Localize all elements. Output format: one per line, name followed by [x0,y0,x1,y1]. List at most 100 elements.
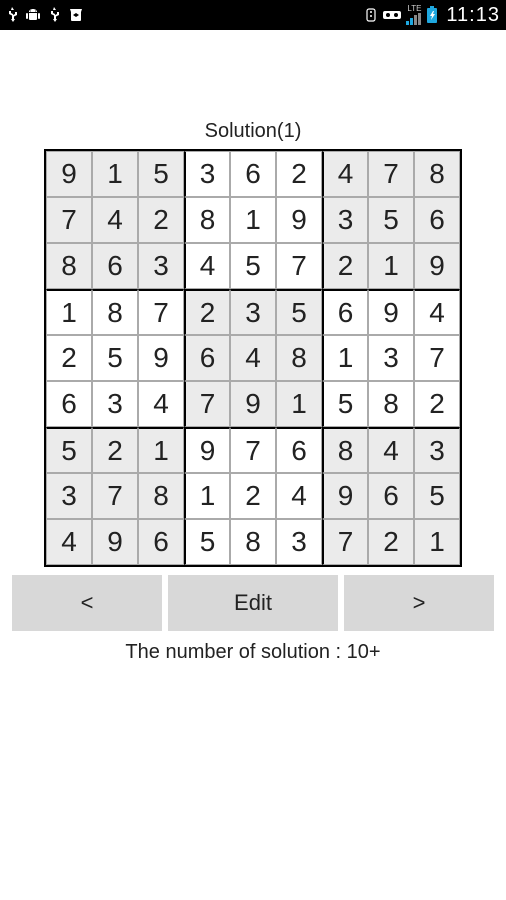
battery-charging-icon [426,6,438,24]
sudoku-cell: 4 [368,427,414,473]
sudoku-cell: 7 [276,243,322,289]
sudoku-cell: 7 [46,197,92,243]
sudoku-cell: 1 [368,243,414,289]
sudoku-cell: 9 [368,289,414,335]
sudoku-cell: 1 [276,381,322,427]
usb-icon [6,7,18,23]
sudoku-cell: 6 [368,473,414,519]
sudoku-cell: 2 [46,335,92,381]
sudoku-cell: 1 [230,197,276,243]
sudoku-cell: 6 [230,151,276,197]
sudoku-cell: 4 [92,197,138,243]
sudoku-cell: 2 [276,151,322,197]
sudoku-cell: 7 [368,151,414,197]
sudoku-cell: 2 [184,289,230,335]
clock-time: 11:13 [446,4,500,27]
sudoku-cell: 6 [276,427,322,473]
sudoku-cell: 8 [184,197,230,243]
android-icon [26,7,40,23]
sudoku-cell: 4 [138,381,184,427]
sudoku-cell: 2 [138,197,184,243]
sudoku-cell: 8 [414,151,460,197]
solution-title: Solution(1) [205,120,302,143]
sudoku-cell: 4 [46,519,92,565]
sudoku-cell: 9 [414,243,460,289]
sudoku-cell: 5 [230,243,276,289]
sudoku-cell: 8 [92,289,138,335]
signal-icon [406,13,422,25]
sudoku-cell: 8 [322,427,368,473]
sudoku-cell: 7 [138,289,184,335]
sudoku-cell: 5 [138,151,184,197]
edit-button[interactable]: Edit [168,575,338,631]
sudoku-cell: 8 [368,381,414,427]
sudoku-cell: 3 [92,381,138,427]
sudoku-cell: 3 [368,335,414,381]
sudoku-cell: 7 [414,335,460,381]
sudoku-cell: 3 [322,197,368,243]
button-row: < Edit > [12,575,494,631]
sudoku-cell: 5 [92,335,138,381]
sudoku-cell: 9 [138,335,184,381]
sudoku-cell: 4 [184,243,230,289]
sudoku-cell: 3 [184,151,230,197]
usb-icon-2 [48,7,60,23]
play-store-icon [68,7,84,23]
sudoku-cell: 7 [322,519,368,565]
sudoku-cell: 5 [322,381,368,427]
sudoku-cell: 1 [414,519,460,565]
sudoku-cell: 9 [184,427,230,473]
sudoku-cell: 2 [230,473,276,519]
sudoku-cell: 5 [414,473,460,519]
sudoku-cell: 8 [46,243,92,289]
sudoku-cell: 7 [184,381,230,427]
sudoku-cell: 1 [184,473,230,519]
sudoku-cell: 1 [138,427,184,473]
sudoku-cell: 2 [414,381,460,427]
status-bar: LTE 11:13 [0,0,506,30]
sudoku-cell: 6 [322,289,368,335]
sudoku-cell: 5 [46,427,92,473]
lte-label: LTE [407,5,421,13]
sudoku-cell: 3 [230,289,276,335]
sudoku-cell: 3 [414,427,460,473]
sudoku-cell: 1 [92,151,138,197]
sudoku-cell: 3 [138,243,184,289]
solution-count: The number of solution : 10+ [125,641,380,664]
sudoku-cell: 2 [368,519,414,565]
sudoku-cell: 4 [276,473,322,519]
next-button[interactable]: > [344,575,494,631]
sudoku-cell: 5 [184,519,230,565]
sudoku-cell: 6 [184,335,230,381]
sudoku-cell: 9 [276,197,322,243]
sudoku-cell: 9 [92,519,138,565]
sudoku-grid: 9153624787428193568634572191872356942596… [44,149,462,567]
sudoku-cell: 9 [322,473,368,519]
app-content: Solution(1) 9153624787428193568634572191… [0,30,506,900]
sudoku-cell: 2 [322,243,368,289]
sudoku-cell: 6 [138,519,184,565]
voicemail-icon [382,8,402,22]
sudoku-cell: 4 [414,289,460,335]
sudoku-cell: 9 [46,151,92,197]
sudoku-cell: 8 [276,335,322,381]
sudoku-cell: 9 [230,381,276,427]
sudoku-cell: 6 [46,381,92,427]
sudoku-cell: 3 [276,519,322,565]
sudoku-cell: 1 [46,289,92,335]
sudoku-cell: 4 [322,151,368,197]
sudoku-cell: 5 [368,197,414,243]
sudoku-cell: 6 [92,243,138,289]
sudoku-cell: 3 [46,473,92,519]
prev-button[interactable]: < [12,575,162,631]
sudoku-cell: 2 [92,427,138,473]
sudoku-cell: 6 [414,197,460,243]
sudoku-cell: 7 [230,427,276,473]
sudoku-cell: 1 [322,335,368,381]
sudoku-cell: 8 [230,519,276,565]
sudoku-cell: 4 [230,335,276,381]
sudoku-cell: 5 [276,289,322,335]
sudoku-cell: 7 [92,473,138,519]
sudoku-cell: 8 [138,473,184,519]
alarm-icon [364,7,378,23]
